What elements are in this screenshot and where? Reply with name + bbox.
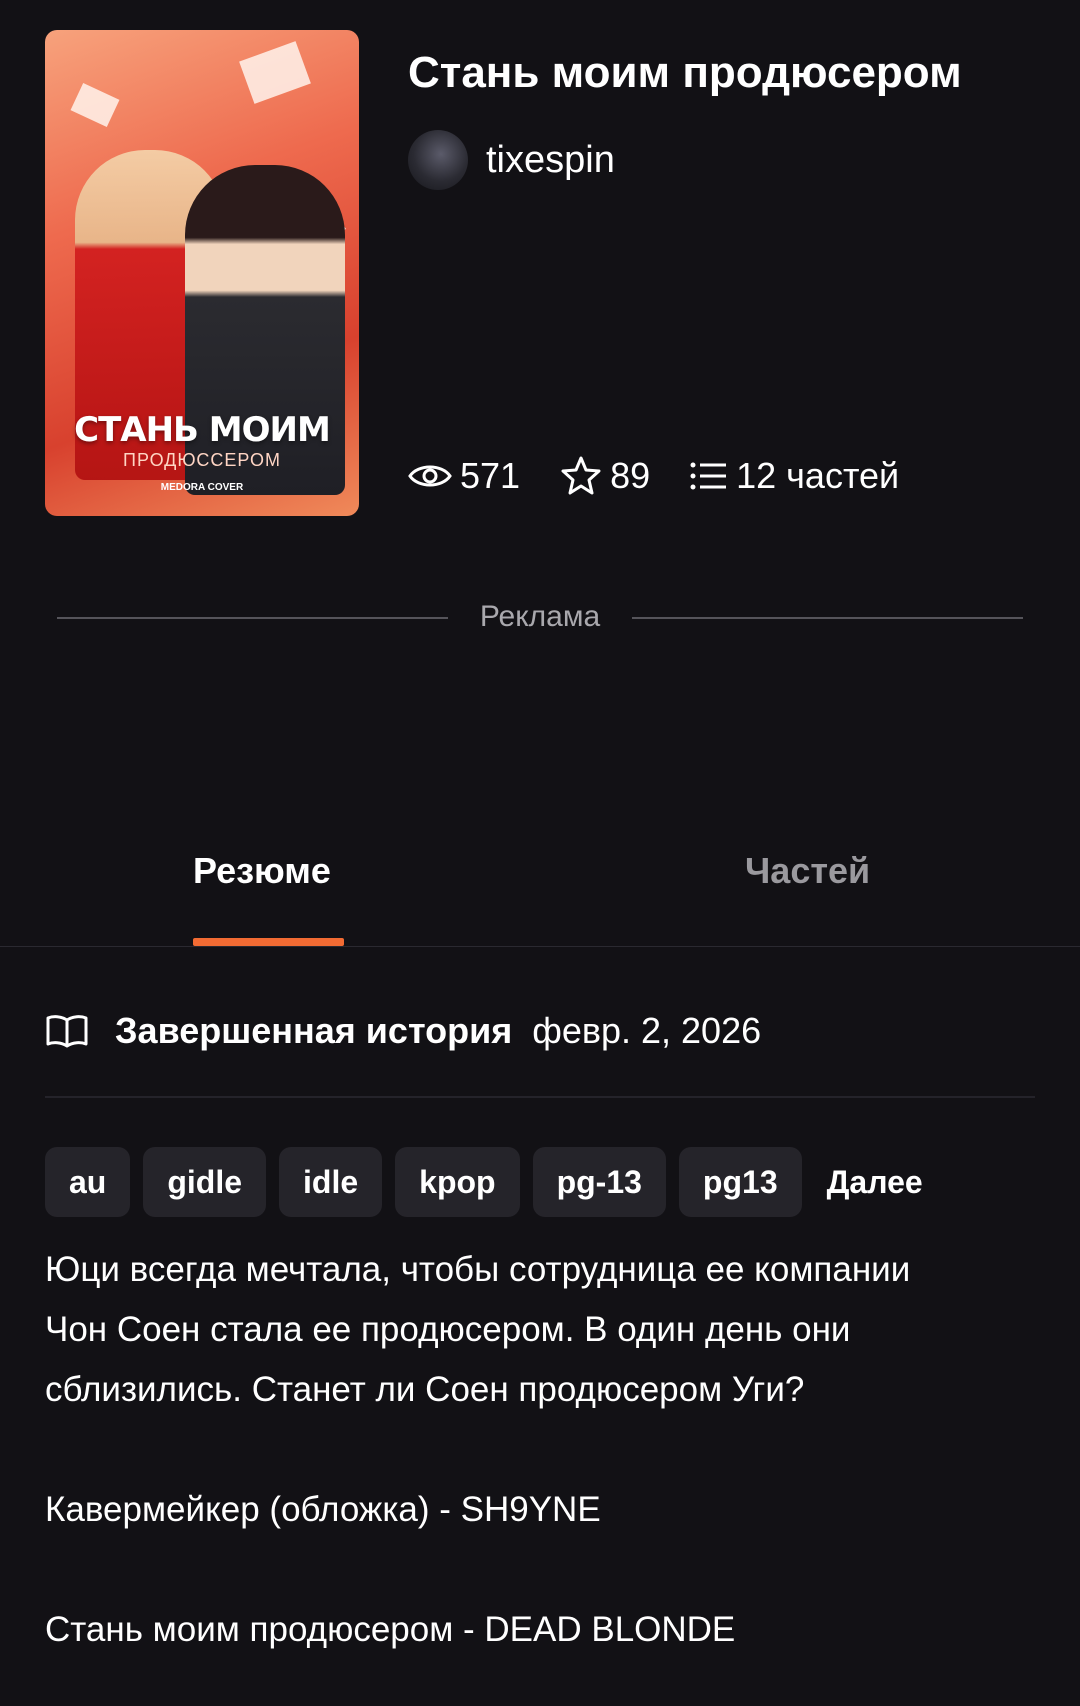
description-line: Стань моим продюсером - DEAD BLONDE [45, 1610, 736, 1649]
votes-count: 89 [610, 455, 651, 496]
tag-chip[interactable]: idle [279, 1147, 383, 1217]
views-count: 571 [460, 455, 521, 496]
description-line: Чон Соен стала ее продюсером. В один ден… [45, 1310, 851, 1349]
votes-stat: 89 [560, 455, 650, 497]
views-stat: 571 [408, 455, 520, 497]
description-line: Юци всегда мечтала, чтобы сотрудница ее … [45, 1250, 911, 1289]
cover-paper-decoration [239, 41, 311, 104]
story-cover-image[interactable]: СТАНЬ МОИМ ПРОДЮССЕРОМ MEDORA COVER [45, 30, 359, 516]
author-avatar[interactable] [408, 130, 468, 190]
ad-separator: Реклама [57, 600, 1023, 636]
description-line: сблизились. Станет ли Соен продюсером Уг… [45, 1370, 805, 1409]
divider [45, 1096, 1035, 1098]
cover-subtitle: ПРОДЮССЕРОМ [123, 450, 281, 470]
cover-title: СТАНЬ МОИМ [74, 410, 331, 450]
story-status: Завершенная история февр. 2, 2026 [45, 1010, 761, 1052]
list-icon [690, 462, 727, 490]
story-title: Стань моим продюсером [408, 48, 962, 97]
tag-chip[interactable]: pg13 [678, 1147, 802, 1217]
open-book-icon [46, 1015, 88, 1048]
description-line: Кавермейкер (обложка) - SH9YNE [45, 1490, 601, 1529]
completed-status: Завершенная история [115, 1010, 513, 1051]
status-date: февр. 2, 2026 [532, 1010, 762, 1051]
cover-credit: MEDORA COVER [160, 482, 244, 493]
cover-paper-decoration [70, 82, 120, 128]
tag-chip[interactable]: au [45, 1147, 131, 1217]
author-link[interactable]: tixespin [408, 130, 615, 190]
parts-count: 12 частей [736, 455, 900, 496]
tags-more-button[interactable]: Далее [827, 1164, 923, 1201]
story-description: Юци всегда мечтала, чтобы сотрудница ее … [45, 1240, 1035, 1660]
tab-parts[interactable]: Частей [745, 850, 870, 892]
story-tabs: Резюме Частей [0, 850, 1080, 947]
tag-chip[interactable]: pg-13 [532, 1147, 666, 1217]
tag-chip[interactable]: kpop [395, 1147, 520, 1217]
author-name[interactable]: tixespin [486, 139, 615, 182]
tag-chip[interactable]: gidle [143, 1147, 267, 1217]
ad-line-right [632, 617, 1023, 619]
eye-icon [408, 465, 452, 487]
parts-stat: 12 частей [690, 455, 899, 497]
story-stats: 571 89 12 частей [408, 455, 939, 497]
tab-summary[interactable]: Резюме [193, 850, 331, 892]
active-tab-indicator [193, 938, 344, 946]
tag-list: au gidle idle kpop pg-13 pg13 Далее [45, 1147, 923, 1217]
star-icon [561, 456, 601, 495]
